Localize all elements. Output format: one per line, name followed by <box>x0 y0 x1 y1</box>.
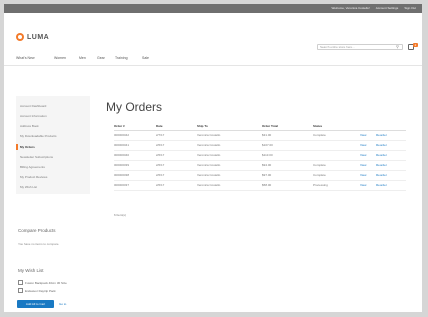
sidebar-item-address-book[interactable]: Address Book <box>20 124 39 128</box>
wishlist-item[interactable]: Fusion Backpack 40cm 30 Size <box>18 280 67 285</box>
nav-item-whats-new[interactable]: What's New <box>16 56 35 61</box>
nav-item-gear[interactable]: Gear <box>97 56 105 61</box>
active-item-marker <box>16 144 18 150</box>
table-header: Order # Date Ship To Order Total Status <box>114 118 406 131</box>
account-sidebar: Account Dashboard Account Information Ad… <box>16 96 90 194</box>
order-number: 000000038 <box>114 173 130 177</box>
order-total: $58.00 <box>262 183 272 187</box>
reorder-link[interactable]: Reorder <box>376 153 387 158</box>
ship-to: Veronica Costello <box>197 163 221 167</box>
sidebar-item-newsletter[interactable]: Newsletter Subscriptions <box>20 155 53 159</box>
orders-table: Order # Date Ship To Order Total Status … <box>114 118 406 191</box>
wishlist-item-name[interactable]: Endeavor Daytrip Pack <box>25 289 56 293</box>
logo[interactable]: LUMA <box>16 33 49 41</box>
logo-icon <box>16 33 24 41</box>
wishlist-item-name[interactable]: Fusion Backpack 40cm 30 Size <box>25 281 67 285</box>
nav-item-men[interactable]: Men <box>79 56 86 61</box>
column-header: Ship To <box>197 124 208 128</box>
compare-products-empty-text: You have no items to compare. <box>18 242 60 246</box>
view-order-link[interactable]: View <box>360 143 366 148</box>
reorder-link[interactable]: Reorder <box>376 143 387 148</box>
sign-out-link[interactable]: Sign Out <box>404 5 416 12</box>
view-order-link[interactable]: View <box>360 173 366 178</box>
reorder-link[interactable]: Reorder <box>376 173 387 178</box>
checkbox[interactable] <box>18 288 23 293</box>
logo-text: LUMA <box>27 33 50 41</box>
sidebar-item-billing-agreements[interactable]: Billing Agreements <box>20 165 45 169</box>
header-links: Welcome, Veronica Costello! Account Sett… <box>332 5 417 12</box>
items-count: 6 Item(s) <box>114 213 126 217</box>
order-number: 000000037 <box>114 183 130 187</box>
header: LUMA Search entire store here... ⚲ 2 <box>4 13 422 53</box>
table-row: 000000040 2/6/17 Veronica Costello $113.… <box>114 151 406 161</box>
order-date: 2/6/17 <box>156 143 165 147</box>
sidebar-item-product-reviews[interactable]: My Product Reviews <box>20 175 47 179</box>
order-number: 000000040 <box>114 153 130 157</box>
order-total: $97.00 <box>262 173 272 177</box>
sidebar-item-my-orders[interactable]: My Orders <box>20 145 35 149</box>
view-order-link[interactable]: View <box>360 163 366 168</box>
ship-to: Veronica Costello <box>197 133 221 137</box>
order-date: 2/6/17 <box>156 183 165 187</box>
sidebar-item-dashboard[interactable]: Account Dashboard <box>20 104 46 108</box>
table-row: 000000042 2/7/17 Veronica Costello $31.0… <box>114 131 406 141</box>
order-date: 2/6/17 <box>156 163 165 167</box>
welcome-message: Welcome, Veronica Costello! <box>331 6 370 10</box>
order-status: Complete <box>313 163 326 167</box>
table-row: 000000038 2/6/17 Veronica Costello $97.0… <box>114 171 406 181</box>
page-title: My Orders <box>106 100 163 114</box>
main-nav: What's New Women Men Gear Training Sale <box>4 53 422 66</box>
order-date: 2/7/17 <box>156 133 165 137</box>
wishlist-item[interactable]: Endeavor Daytrip Pack <box>18 288 56 293</box>
search-input[interactable]: Search entire store here... <box>317 44 403 50</box>
table-row: 000000041 2/6/17 Veronica Costello $107.… <box>114 141 406 151</box>
order-status: Complete <box>313 173 326 177</box>
order-number: 000000041 <box>114 143 130 147</box>
order-date: 2/6/17 <box>156 153 165 157</box>
wishlist-title: My Wish List <box>18 268 44 273</box>
order-total: $31.00 <box>262 133 272 137</box>
order-status: Complete <box>313 133 326 137</box>
ship-to: Veronica Costello <box>197 153 221 157</box>
order-number: 000000042 <box>114 133 130 137</box>
column-header: Order Total <box>262 124 278 128</box>
order-total: $107.00 <box>262 143 273 147</box>
view-order-link[interactable]: View <box>360 133 366 138</box>
checkbox[interactable] <box>18 280 23 285</box>
reorder-link[interactable]: Reorder <box>376 163 387 168</box>
table-row: 000000039 2/6/17 Veronica Costello $94.0… <box>114 161 406 171</box>
order-total: $94.00 <box>262 163 272 167</box>
ship-to: Veronica Costello <box>197 143 221 147</box>
order-number: 000000039 <box>114 163 130 167</box>
column-header: Order # <box>114 124 125 128</box>
nav-item-women[interactable]: Women <box>54 56 66 61</box>
compare-products-title: Compare Products <box>18 228 56 233</box>
page-frame: Welcome, Veronica Costello! Account Sett… <box>4 4 422 312</box>
nav-item-training[interactable]: Training <box>115 56 128 61</box>
ship-to: Veronica Costello <box>197 173 221 177</box>
add-all-to-cart-button[interactable]: Add All to Cart <box>17 300 54 308</box>
nav-item-sale[interactable]: Sale <box>142 56 149 61</box>
top-bar: Welcome, Veronica Costello! Account Sett… <box>4 4 422 13</box>
cart-count-badge: 2 <box>413 43 418 47</box>
go-to-wishlist-link[interactable]: Go to <box>59 302 66 306</box>
table-row: 000000037 2/6/17 Veronica Costello $58.0… <box>114 181 406 191</box>
reorder-link[interactable]: Reorder <box>376 133 387 138</box>
order-total: $113.00 <box>262 153 273 157</box>
order-status: Processing <box>313 183 328 187</box>
sidebar-item-downloadable-products[interactable]: My Downloadable Products <box>20 134 57 138</box>
column-header: Status <box>313 124 323 128</box>
view-order-link[interactable]: View <box>360 183 366 188</box>
sidebar-item-account-information[interactable]: Account Information <box>20 114 47 118</box>
sidebar-item-wish-list[interactable]: My Wish List <box>20 185 37 189</box>
reorder-link[interactable]: Reorder <box>376 183 387 188</box>
order-date: 2/6/17 <box>156 173 165 177</box>
ship-to: Veronica Costello <box>197 183 221 187</box>
search-icon[interactable]: ⚲ <box>396 44 399 50</box>
view-order-link[interactable]: View <box>360 153 366 158</box>
column-header: Date <box>156 124 163 128</box>
account-settings-link[interactable]: Account Settings <box>376 5 399 12</box>
